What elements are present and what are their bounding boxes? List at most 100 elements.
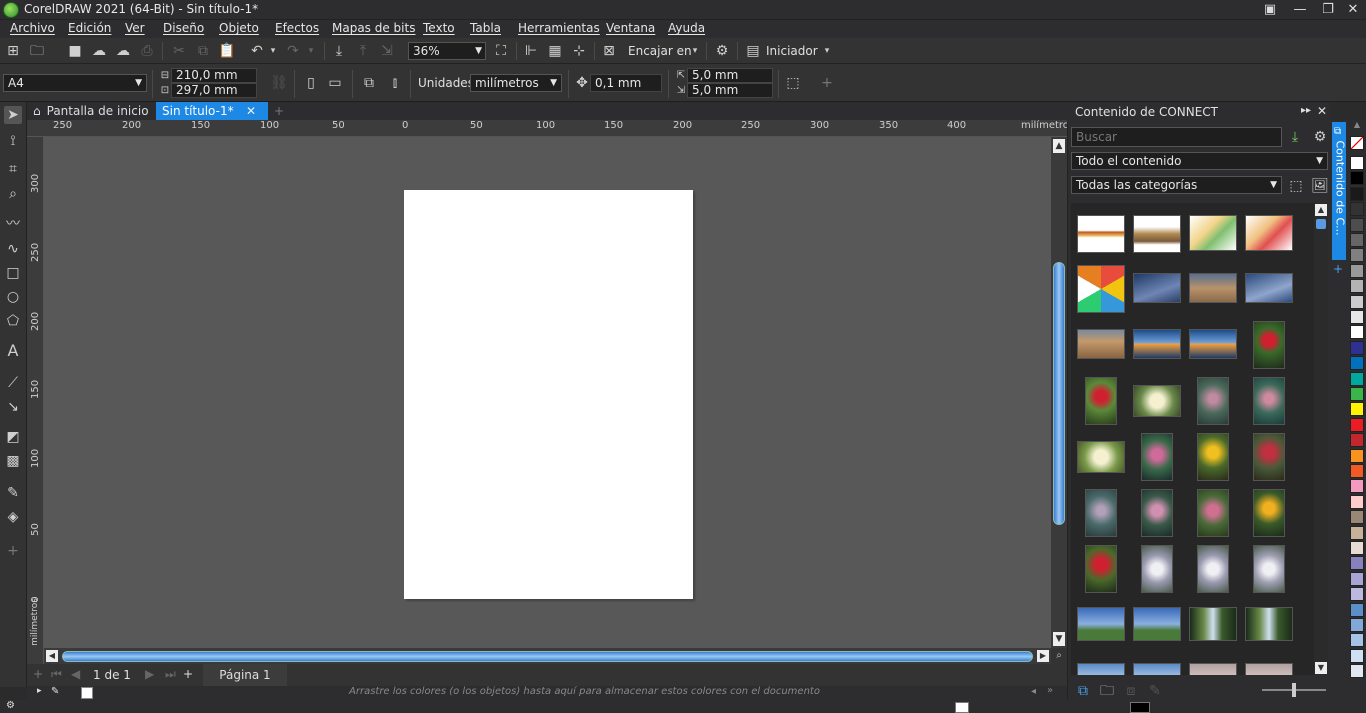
tab-start-screen[interactable]: ⌂ Pantalla de inicio: [27, 102, 155, 120]
document-page[interactable]: [404, 190, 693, 599]
scroll-left-icon[interactable]: ◀: [46, 650, 58, 662]
color-swatch[interactable]: [1350, 371, 1364, 386]
color-swatch[interactable]: [1350, 664, 1364, 679]
new-tray-icon[interactable]: 🗀: [1098, 682, 1116, 700]
color-swatch[interactable]: [1350, 479, 1364, 494]
page-width-field[interactable]: 210,0 mm: [171, 68, 257, 83]
color-swatch[interactable]: [1350, 171, 1364, 186]
color-swatch[interactable]: [1350, 340, 1364, 355]
import-icon[interactable]: ⤓: [330, 42, 348, 60]
color-swatch[interactable]: [1350, 387, 1364, 401]
undo-dropdown-icon[interactable]: ▾: [264, 42, 282, 60]
gear-icon[interactable]: ⚙: [1311, 128, 1329, 146]
chevron-down-icon[interactable]: ▾: [818, 42, 836, 60]
tray-edit-icon[interactable]: ✎: [1146, 682, 1164, 700]
thumbnail-item[interactable]: [1141, 433, 1173, 481]
cloud-share-icon[interactable]: ☁: [114, 42, 132, 60]
connect-side-tab[interactable]: ⧉ Contenido de C...: [1332, 122, 1347, 260]
page-frame-icon[interactable]: ⬚: [784, 74, 802, 92]
color-swatch[interactable]: [1350, 464, 1364, 478]
show-rulers-icon[interactable]: ⊩: [522, 42, 540, 60]
page-size-select[interactable]: A4 ▼: [3, 74, 147, 92]
menu-ventana[interactable]: Ventana: [606, 21, 655, 35]
thumbnail-item[interactable]: [1085, 377, 1117, 425]
no-color-swatch[interactable]: [1350, 136, 1364, 150]
add-page-before-icon[interactable]: +: [33, 667, 43, 681]
thumbnail-item[interactable]: [1077, 607, 1125, 641]
color-swatch[interactable]: [1350, 325, 1364, 340]
cut-icon[interactable]: ✂: [170, 42, 188, 60]
fill-indicator-swatch[interactable]: [955, 702, 969, 713]
thumbnail-item[interactable]: [1197, 433, 1229, 481]
thumbnail-item[interactable]: [1253, 545, 1285, 593]
add-docker-icon[interactable]: +: [1333, 262, 1343, 276]
thumbnail-size-slider-handle[interactable]: [1292, 683, 1296, 697]
eyedropper-icon[interactable]: ✎: [51, 686, 59, 697]
color-swatch[interactable]: [1350, 587, 1364, 602]
new-document-icon[interactable]: ⊞: [4, 42, 22, 60]
thumbnail-item[interactable]: [1133, 273, 1181, 303]
thumbnail-item[interactable]: [1085, 489, 1117, 537]
text-tool-icon[interactable]: A: [4, 342, 22, 360]
crop-tool-icon[interactable]: ⌗: [4, 160, 22, 178]
vertical-ruler[interactable]: 300 250 200 150 100 50 0 milímetros: [27, 137, 44, 664]
eyedropper-tool-icon[interactable]: ✎: [4, 484, 22, 502]
units-select[interactable]: milímetros ▼: [470, 74, 562, 92]
thumbnail-item[interactable]: [1245, 663, 1293, 675]
menu-objeto[interactable]: Objeto: [219, 21, 259, 35]
color-swatch[interactable]: [1350, 618, 1364, 632]
scroll-up-icon[interactable]: ▲: [1315, 204, 1327, 216]
download-icon[interactable]: ⤓: [1286, 128, 1304, 146]
new-tab-icon[interactable]: +: [272, 102, 286, 120]
export-icon[interactable]: ⤒: [354, 42, 372, 60]
color-swatch[interactable]: [1350, 202, 1364, 217]
add-to-tray-icon[interactable]: ⧉: [1074, 682, 1092, 700]
redo-icon[interactable]: ↷: [284, 42, 302, 60]
current-page-icon[interactable]: ⫾: [386, 74, 404, 92]
page-height-field[interactable]: 297,0 mm: [171, 83, 257, 98]
color-swatch[interactable]: [1350, 279, 1364, 294]
nudge-distance-field[interactable]: 0,1 mm: [590, 74, 662, 92]
add-tool-icon[interactable]: +: [4, 542, 22, 560]
color-swatch[interactable]: [1350, 294, 1364, 309]
redo-dropdown-icon[interactable]: ▾: [302, 42, 320, 60]
thumbnail-item[interactable]: [1197, 489, 1229, 537]
chevron-down-icon[interactable]: ▾: [686, 42, 704, 60]
menu-tabla[interactable]: Tabla: [470, 21, 501, 35]
color-swatch[interactable]: [1350, 156, 1364, 170]
landscape-orientation-icon[interactable]: ▭: [326, 74, 344, 92]
tab-close-icon[interactable]: ✕: [244, 102, 258, 120]
open-folder-icon[interactable]: 🗀: [28, 42, 46, 60]
ellipse-tool-icon[interactable]: ○: [4, 288, 22, 306]
rectangle-tool-icon[interactable]: □: [4, 264, 22, 282]
thumbnail-item[interactable]: [1197, 545, 1229, 593]
thumbnail-item[interactable]: [1197, 377, 1229, 425]
thumbnail-item[interactable]: [1133, 215, 1181, 253]
color-swatch[interactable]: [1350, 186, 1364, 201]
color-swatch[interactable]: [1350, 510, 1364, 525]
full-screen-icon[interactable]: ⛶: [492, 42, 510, 60]
horizontal-ruler[interactable]: 250 200 150 100 50 0 50 100 150 200 250 …: [27, 120, 1074, 137]
previous-page-icon[interactable]: ◀: [71, 667, 80, 681]
close-button[interactable]: ✕: [1338, 0, 1366, 20]
vertical-scroll-thumb[interactable]: [1053, 262, 1065, 525]
first-page-icon[interactable]: ⏮: [51, 667, 62, 682]
tray-action-icon[interactable]: ⧈: [1122, 682, 1140, 700]
lock-ratio-icon[interactable]: ⛓: [270, 74, 288, 92]
snap-to-label[interactable]: Encajar en: [628, 44, 692, 58]
duplicate-x-field[interactable]: 5,0 mm: [687, 68, 773, 83]
workspace-icon[interactable]: ▤: [744, 42, 762, 60]
menu-mapas-de-bits[interactable]: Mapas de bits: [332, 21, 415, 35]
thumbnail-item[interactable]: [1077, 663, 1125, 675]
add-page-after-icon[interactable]: +: [183, 667, 193, 681]
cloud-upload-icon[interactable]: ☁: [90, 42, 108, 60]
artistic-media-tool-icon[interactable]: ∿: [4, 240, 22, 258]
outline-indicator-swatch[interactable]: [1130, 702, 1150, 713]
docker-close-icon[interactable]: ✕: [1317, 104, 1327, 118]
zoom-tool-icon[interactable]: ⌕: [4, 185, 22, 203]
docker-collapse-icon[interactable]: ▸▸: [1301, 105, 1311, 116]
connect-search-input[interactable]: Buscar: [1071, 127, 1282, 147]
thumbnail-item[interactable]: [1141, 489, 1173, 537]
thumbnail-scrollbar[interactable]: ▲ ▼: [1314, 203, 1328, 675]
scroll-up-icon[interactable]: ▲: [1053, 139, 1065, 153]
